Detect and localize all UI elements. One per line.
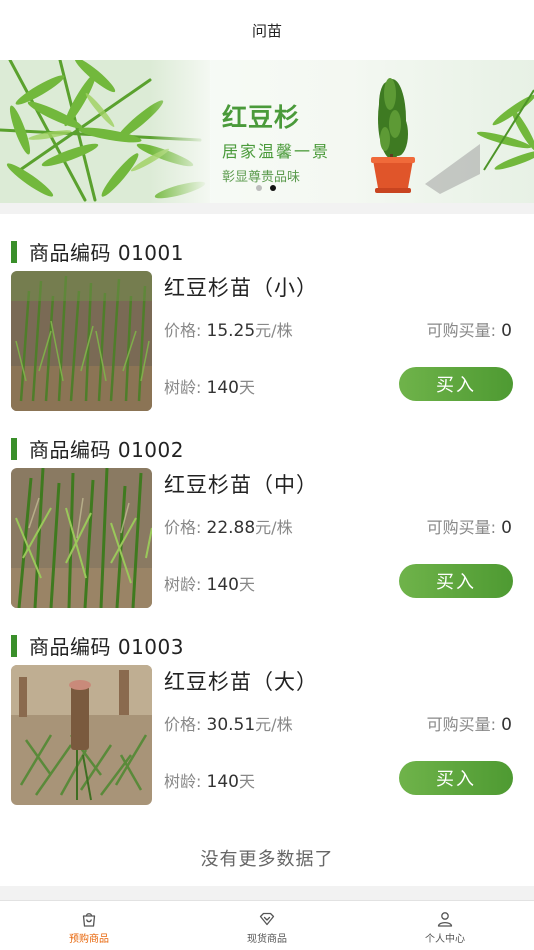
product-thumbnail[interactable] (11, 665, 152, 805)
carousel-dot-active[interactable] (270, 185, 276, 191)
product-code-header: 商品编码 01003 (11, 631, 184, 660)
price-unit: 元/株 (255, 518, 293, 537)
product-price: 价格: 15.25元/株 (164, 317, 293, 341)
age-label: 树龄: (164, 575, 202, 594)
product-name: 红豆杉苗（小） (164, 276, 318, 300)
product-code-header: 商品编码 01001 (11, 237, 184, 266)
product-price: 价格: 22.88元/株 (164, 514, 293, 538)
product-code: 商品编码 01003 (29, 635, 184, 659)
age-value: 140 (206, 772, 239, 792)
banner-slogan-2: 彰显尊贵品味 (222, 170, 301, 185)
tab-label: 现货商品 (247, 934, 287, 945)
age-value: 140 (206, 378, 239, 398)
available-quantity: 可购买量: 0 (427, 514, 512, 538)
tab-personal-center[interactable]: 个人中心 (356, 901, 534, 950)
age-label: 树龄: (164, 772, 202, 791)
qty-label: 可购买量: (426, 321, 497, 340)
product-code-header: 商品编码 01002 (11, 434, 184, 463)
price-unit: 元/株 (255, 321, 293, 340)
product-list: 商品编码 01001 红豆杉苗（小） 价格: 15.25元/株 可购买量: 0 … (0, 214, 534, 805)
qty-value: 0 (501, 321, 512, 341)
tab-label: 个人中心 (425, 934, 465, 945)
available-quantity: 可购买量: 0 (427, 711, 512, 735)
fern-leaves-image-right (476, 89, 534, 171)
price-value: 22.88 (206, 518, 256, 538)
price-label: 价格: (164, 715, 202, 734)
bottom-tab-bar: 预购商品 现货商品 个人中心 (0, 900, 534, 950)
promo-banner-carousel[interactable]: 红豆杉 居家温馨一景 彰显尊贵品味 (0, 60, 534, 203)
qty-value: 0 (501, 518, 512, 538)
section-divider (0, 203, 534, 214)
price-value: 15.25 (206, 321, 256, 341)
tab-stock-products[interactable]: 现货商品 (178, 901, 356, 950)
buy-button[interactable]: 买入 (399, 367, 513, 401)
carousel-indicator (256, 185, 276, 191)
tab-label: 预购商品 (69, 934, 109, 945)
carousel-dot[interactable] (256, 185, 262, 191)
shopping-bag-icon (82, 913, 96, 927)
banner-slogan-1: 居家温馨一景 (222, 142, 331, 161)
price-label: 价格: (164, 518, 202, 537)
tree-age: 树龄: 140天 (164, 571, 255, 595)
age-unit: 天 (238, 378, 255, 397)
product-thumbnail[interactable] (11, 271, 152, 411)
product-price: 价格: 30.51元/株 (164, 711, 293, 735)
code-accent-bar (11, 437, 17, 460)
diamond-icon (259, 912, 275, 926)
code-accent-bar (11, 240, 17, 263)
banner-title: 红豆杉 (222, 103, 301, 132)
fern-leaves-image (0, 60, 210, 203)
age-unit: 天 (238, 575, 255, 594)
price-label: 价格: (164, 321, 202, 340)
price-unit: 元/株 (255, 715, 293, 734)
product-code: 商品编码 01001 (29, 241, 184, 265)
age-label: 树龄: (164, 378, 202, 397)
price-value: 30.51 (206, 715, 256, 735)
buy-button[interactable]: 买入 (399, 761, 513, 795)
product-card[interactable]: 商品编码 01002 红豆杉苗（中） 价格: 22.88元/株 可购买量: 0 … (0, 411, 534, 608)
page-title: 问苗 (251, 21, 282, 40)
code-accent-bar (11, 634, 17, 657)
product-thumbnail[interactable] (11, 468, 152, 608)
tree-age: 树龄: 140天 (164, 374, 255, 398)
tab-presale-products[interactable]: 预购商品 (0, 901, 178, 950)
bottom-divider (0, 886, 534, 900)
available-quantity: 可购买量: 0 (427, 317, 512, 341)
tree-age: 树龄: 140天 (164, 768, 255, 792)
buy-button[interactable]: 买入 (399, 564, 513, 598)
potted-yew-image (371, 78, 480, 194)
product-code: 商品编码 01002 (29, 438, 184, 462)
product-card[interactable]: 商品编码 01001 红豆杉苗（小） 价格: 15.25元/株 可购买量: 0 … (0, 214, 534, 411)
qty-label: 可购买量: (426, 518, 497, 537)
qty-value: 0 (501, 715, 512, 735)
age-unit: 天 (238, 772, 255, 791)
top-nav-bar: 问苗 (0, 0, 534, 60)
product-card[interactable]: 商品编码 01003 红豆杉苗（大） 价格: 30.51元/株 可购买量: 0 … (0, 608, 534, 805)
product-name: 红豆杉苗（中） (164, 473, 318, 497)
age-value: 140 (206, 575, 239, 595)
no-more-data-text: 没有更多数据了 (200, 849, 334, 870)
qty-label: 可购买量: (426, 715, 497, 734)
banner-promo-text: 红豆杉 居家温馨一景 彰显尊贵品味 (222, 98, 330, 185)
product-name: 红豆杉苗（大） (164, 670, 318, 694)
user-icon (437, 912, 453, 927)
